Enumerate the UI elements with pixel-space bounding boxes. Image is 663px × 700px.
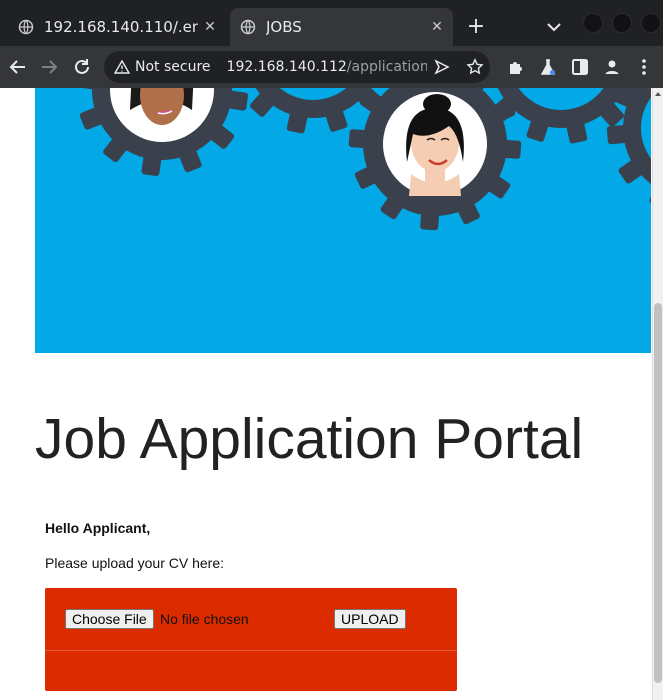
page-viewport: Job Application Portal Hello Applicant, … [0,88,652,700]
upload-button[interactable]: UPLOAD [334,609,406,629]
maximize-button[interactable] [612,13,632,33]
profile-avatar-icon[interactable] [601,56,623,78]
tab-title: JOBS [266,18,302,36]
upload-form: Choose File No file chosen UPLOAD [45,588,457,691]
upload-instruction: Please upload your CV here: [45,555,224,571]
site-info-button[interactable]: Not secure [114,59,211,75]
address-bar[interactable]: Not secure 192.168.140.112/applications/… [104,51,490,83]
close-icon[interactable]: ✕ [425,19,449,35]
tab-strip: 192.168.140.110/.env ✕ JOBS ✕ + [0,0,663,46]
tab-env[interactable]: 192.168.140.110/.env ✕ [8,8,226,46]
url-path: /applications/i... [346,59,427,75]
new-tab-button[interactable]: + [462,12,490,42]
extensions-puzzle-icon[interactable] [505,56,527,78]
scroll-up-arrow-icon[interactable] [655,92,661,96]
back-arrow-icon[interactable] [7,56,29,78]
reload-icon[interactable] [71,56,93,78]
globe-icon [18,19,34,35]
greeting-text: Hello Applicant, [45,520,151,536]
tab-jobs[interactable]: JOBS ✕ [230,8,453,46]
minimize-button[interactable] [583,13,603,33]
flask-labs-icon[interactable] [537,56,559,78]
file-status-text: No file chosen [160,611,249,627]
close-window-button[interactable] [641,13,661,33]
bookmark-star-icon[interactable] [465,58,484,76]
page-title: Job Application Portal [35,407,584,471]
tab-title: 192.168.140.110/.env [44,18,198,36]
globe-icon [240,19,256,35]
close-icon[interactable]: ✕ [198,19,222,35]
warning-icon [114,59,130,74]
hero-banner [35,88,651,353]
choose-file-button[interactable]: Choose File [65,609,154,629]
scrollbar-thumb[interactable] [654,303,662,683]
hero-illustration [64,88,651,243]
send-icon[interactable] [433,58,451,76]
forward-arrow-icon[interactable] [38,56,60,78]
not-secure-label: Not secure [135,59,211,75]
url-text[interactable]: 192.168.140.112/applications/i... [227,59,427,75]
side-panel-icon[interactable] [569,56,591,78]
url-host: 192.168.140.112 [226,59,347,75]
menu-kebab-icon[interactable] [633,56,655,78]
chevron-down-icon[interactable] [544,14,564,40]
panel-divider [45,650,457,651]
page-scrollbar[interactable] [652,88,663,700]
browser-toolbar: Not secure 192.168.140.112/applications/… [0,46,663,88]
